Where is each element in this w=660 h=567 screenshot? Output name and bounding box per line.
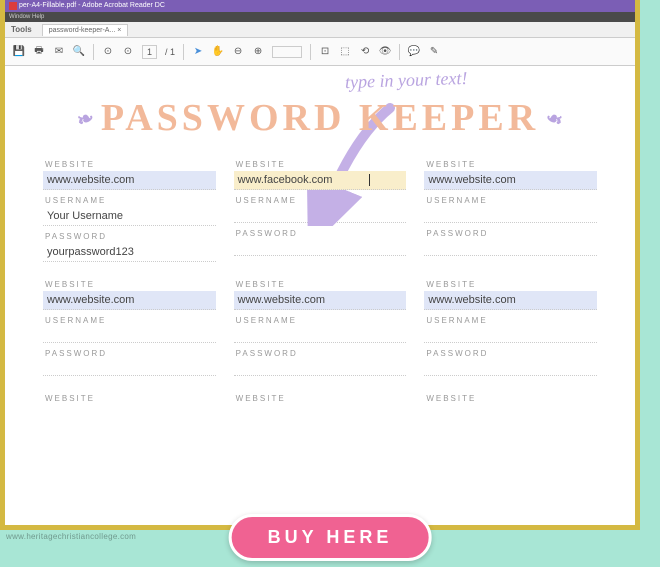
- page-total: / 1: [165, 47, 175, 57]
- username-label: USERNAME: [424, 314, 597, 327]
- page-up-icon[interactable]: ⊙: [102, 46, 114, 58]
- password-field[interactable]: [424, 360, 597, 376]
- acrobat-logo-icon: [9, 2, 17, 10]
- website-field[interactable]: www.website.com: [424, 171, 597, 190]
- window-title: per-A4-Fillable.pdf - Adobe Acrobat Read…: [19, 0, 165, 12]
- password-cell: WEBSITE www.website.com USERNAME PASSWOR…: [234, 278, 407, 380]
- website-field[interactable]: www.website.com: [424, 291, 597, 310]
- website-field[interactable]: www.facebook.com: [234, 171, 407, 190]
- zoom-in-icon[interactable]: ⊕: [252, 46, 264, 58]
- buy-here-button[interactable]: BUY HERE: [229, 514, 432, 561]
- password-field[interactable]: [234, 360, 407, 376]
- password-label: PASSWORD: [424, 347, 597, 360]
- save-icon[interactable]: 💾: [13, 46, 25, 58]
- password-field[interactable]: yourpassword123: [43, 243, 216, 262]
- document-area: type in your text! PASSWORD KEEPER WEBSI…: [5, 66, 635, 525]
- password-cell: WEBSITE www.website.com USERNAME Your Us…: [43, 158, 216, 266]
- password-cell: WEBSITE: [424, 392, 597, 405]
- username-label: USERNAME: [43, 194, 216, 207]
- watermark-text: www.heritagechristiancollege.com: [6, 532, 136, 541]
- search-icon[interactable]: 🔍: [73, 46, 85, 58]
- fit-page-icon[interactable]: ⬚: [339, 46, 351, 58]
- document-title: PASSWORD KEEPER: [5, 96, 635, 140]
- password-grid: WEBSITE www.website.com USERNAME Your Us…: [5, 140, 635, 405]
- username-label: USERNAME: [234, 194, 407, 207]
- website-label: WEBSITE: [234, 158, 407, 171]
- username-field[interactable]: [234, 207, 407, 223]
- username-label: USERNAME: [424, 194, 597, 207]
- username-field[interactable]: [424, 327, 597, 343]
- website-label: WEBSITE: [43, 392, 216, 405]
- password-label: PASSWORD: [43, 347, 216, 360]
- hint-text: type in your text!: [345, 68, 468, 93]
- website-label: WEBSITE: [424, 158, 597, 171]
- username-label: USERNAME: [234, 314, 407, 327]
- menu-items[interactable]: Window Help: [9, 14, 44, 20]
- username-field[interactable]: Your Username: [43, 207, 216, 226]
- page-current[interactable]: 1: [142, 45, 157, 59]
- password-label: PASSWORD: [424, 227, 597, 240]
- page-down-icon[interactable]: ⊙: [122, 46, 134, 58]
- pointer-icon[interactable]: ➤: [192, 46, 204, 58]
- sign-icon[interactable]: ✎: [428, 46, 440, 58]
- document-tab[interactable]: password-keeper-A... ×: [42, 24, 129, 36]
- view-icon[interactable]: 👁: [379, 46, 391, 58]
- password-cell: WEBSITE: [234, 392, 407, 405]
- password-field[interactable]: [234, 240, 407, 256]
- website-field[interactable]: www.website.com: [234, 291, 407, 310]
- username-label: USERNAME: [43, 314, 216, 327]
- website-label: WEBSITE: [43, 278, 216, 291]
- username-field[interactable]: [234, 327, 407, 343]
- password-field[interactable]: [424, 240, 597, 256]
- password-field[interactable]: [43, 360, 216, 376]
- toolbar-divider: [310, 44, 311, 60]
- password-label: PASSWORD: [43, 230, 216, 243]
- password-label: PASSWORD: [234, 347, 407, 360]
- print-icon[interactable]: 🖶: [33, 46, 45, 58]
- website-label: WEBSITE: [424, 278, 597, 291]
- hand-icon[interactable]: ✋: [212, 46, 224, 58]
- comment-icon[interactable]: 💬: [408, 46, 420, 58]
- toolbar-divider: [183, 44, 184, 60]
- password-cell: WEBSITE www.website.com USERNAME PASSWOR…: [424, 278, 597, 380]
- toolbar-divider: [93, 44, 94, 60]
- password-label: PASSWORD: [234, 227, 407, 240]
- toolbar: 💾 🖶 ✉ 🔍 ⊙ ⊙ 1 / 1 ➤ ✋ ⊖ ⊕ ⊡ ⬚ ⟲ 👁 💬 ✎: [5, 38, 635, 66]
- app-window: per-A4-Fillable.pdf - Adobe Acrobat Read…: [0, 0, 640, 530]
- password-cell: WEBSITE www.website.com USERNAME PASSWOR…: [43, 278, 216, 380]
- zoom-out-icon[interactable]: ⊖: [232, 46, 244, 58]
- tools-button[interactable]: Tools: [5, 25, 38, 34]
- mail-icon[interactable]: ✉: [53, 46, 65, 58]
- username-field[interactable]: [424, 207, 597, 223]
- zoom-field[interactable]: [272, 46, 302, 58]
- password-cell: WEBSITE www.website.com USERNAME PASSWOR…: [424, 158, 597, 266]
- fit-width-icon[interactable]: ⊡: [319, 46, 331, 58]
- website-label: WEBSITE: [234, 392, 407, 405]
- toolbar-divider: [399, 44, 400, 60]
- website-field[interactable]: www.website.com: [43, 291, 216, 310]
- menu-bar[interactable]: Window Help: [5, 12, 635, 22]
- rotate-icon[interactable]: ⟲: [359, 46, 371, 58]
- tab-row: Tools password-keeper-A... ×: [5, 22, 635, 38]
- window-titlebar: per-A4-Fillable.pdf - Adobe Acrobat Read…: [5, 0, 635, 12]
- password-cell: WEBSITE www.facebook.com USERNAME PASSWO…: [234, 158, 407, 266]
- website-label: WEBSITE: [234, 278, 407, 291]
- website-label: WEBSITE: [424, 392, 597, 405]
- username-field[interactable]: [43, 327, 216, 343]
- website-label: WEBSITE: [43, 158, 216, 171]
- password-cell: WEBSITE: [43, 392, 216, 405]
- website-field[interactable]: www.website.com: [43, 171, 216, 190]
